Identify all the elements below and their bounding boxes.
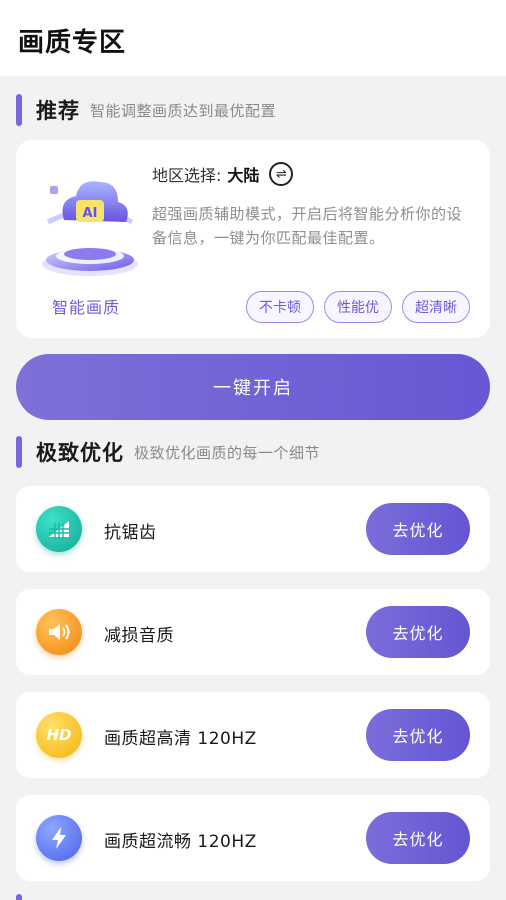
svg-text:AI: AI <box>83 206 98 221</box>
section-accent-bar <box>16 894 22 900</box>
signal-bars-icon <box>36 506 82 552</box>
one-click-enable-button[interactable]: 一键开启 <box>16 354 490 420</box>
list-item-anti-aliasing: 抗锯齿 去优化 <box>16 486 490 572</box>
recommend-description: 超强画质辅助模式，开启后将智能分析你的设备信息，一键为你匹配最佳配置。 <box>152 205 463 247</box>
optimize-button[interactable]: 去优化 <box>366 812 470 864</box>
list-item-ultra-hd: HD 画质超高清 120HZ 去优化 <box>16 692 490 778</box>
item-label: 画质超高清 120HZ <box>104 729 257 749</box>
speaker-icon <box>36 609 82 655</box>
lightning-icon <box>36 815 82 861</box>
item-label: 抗锯齿 <box>104 523 157 543</box>
region-selector[interactable]: 地区选择: 大陆 ⇌ <box>152 162 294 186</box>
region-label: 地区选择: <box>152 166 222 185</box>
item-label: 画质超流畅 120HZ <box>104 832 257 852</box>
section-title: 推荐 <box>36 99 80 123</box>
tag-performance: 性能优 <box>324 291 392 323</box>
item-label: 减损音质 <box>104 626 174 646</box>
list-item-ultra-smooth: 画质超流畅 120HZ 去优化 <box>16 795 490 881</box>
switch-arrows-icon[interactable]: ⇌ <box>269 162 294 186</box>
region-value: 大陆 <box>227 166 260 185</box>
recommend-card: AI 智能画质 地区选择: 大陆 ⇌ 超强画质辅助模式，开启后将智能分析你的设备… <box>16 140 490 338</box>
optimize-button[interactable]: 去优化 <box>366 709 470 761</box>
list-item-audio: 减损音质 去优化 <box>16 589 490 675</box>
section-subtitle: 智能调整画质达到最优配置 <box>90 101 277 120</box>
section-subtitle: 极致优化画质的每一个细节 <box>134 443 321 462</box>
section-title: 极致优化 <box>36 441 124 465</box>
optimize-button[interactable]: 去优化 <box>366 606 470 658</box>
hd-icon: HD <box>36 712 82 758</box>
section-accent-bar <box>16 94 22 126</box>
tag-no-lag: 不卡顿 <box>246 291 314 323</box>
section-accent-bar <box>16 436 22 468</box>
section-header-recommend: 推荐 智能调整画质达到最优配置 <box>16 93 276 127</box>
ai-cloud-icon: AI <box>38 160 142 280</box>
ai-quality-label: 智能画质 <box>52 298 121 317</box>
optimize-button[interactable]: 去优化 <box>366 503 470 555</box>
app-header: 画质专区 <box>0 0 506 76</box>
feature-tags: 不卡顿 性能优 超清晰 <box>246 291 470 323</box>
page-title: 画质专区 <box>18 28 127 58</box>
section-header-optimize: 极致优化 极致优化画质的每一个细节 <box>16 435 320 469</box>
tag-ultra-clear: 超清晰 <box>402 291 470 323</box>
